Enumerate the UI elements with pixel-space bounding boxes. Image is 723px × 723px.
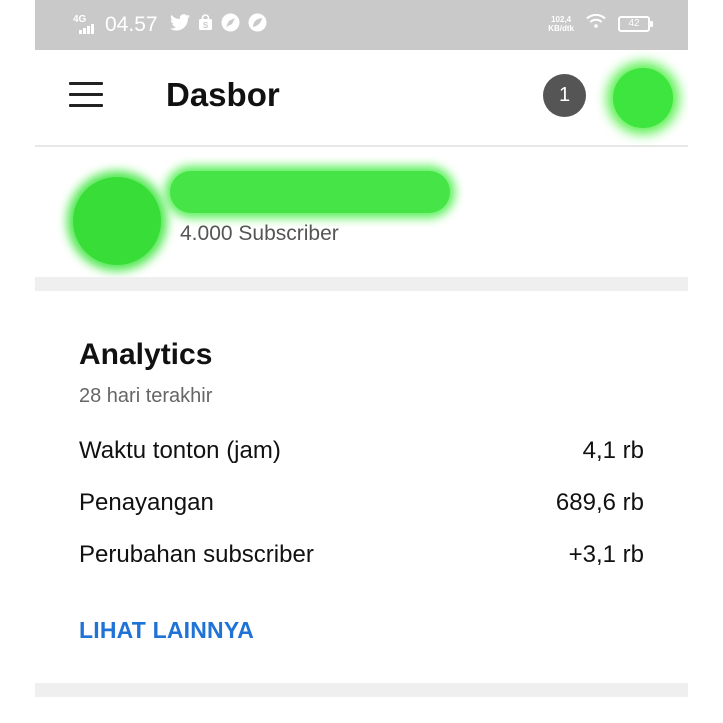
notification-badge[interactable]: 1 [543, 74, 586, 117]
page-title: Dasbor [166, 76, 280, 113]
network-speed: 102,4 KB/dtk [548, 15, 574, 33]
hamburger-menu-icon[interactable] [69, 82, 103, 108]
twitter-icon [169, 14, 190, 36]
status-bar: 4G 04.57 S 102,4 KB/dtk 42 [35, 0, 688, 50]
signal-bars [79, 24, 94, 34]
app-screen: 4G 04.57 S 102,4 KB/dtk 42 Dasbor 1 4.00… [35, 0, 688, 723]
channel-avatar [73, 177, 161, 265]
account-avatar[interactable] [613, 68, 673, 128]
svg-text:S: S [202, 21, 208, 30]
subscriber-count: 4.000 Subscriber [180, 222, 339, 245]
analytics-period: 28 hari terakhir [79, 385, 213, 407]
speed-unit: KB/dtk [548, 23, 574, 33]
compass-icon [221, 13, 240, 37]
metric-value: +3,1 rb [568, 541, 644, 568]
metric-value: 4,1 rb [582, 437, 644, 464]
analytics-title: Analytics [79, 338, 213, 371]
metric-label: Perubahan subscriber [79, 541, 314, 568]
shopping-bag-icon: S [198, 14, 213, 36]
channel-header: 4.000 Subscriber [35, 147, 688, 277]
metric-row: Penayangan 689,6 rb [79, 489, 644, 519]
metric-value: 689,6 rb [555, 489, 644, 516]
signal-icon: 4G [73, 14, 99, 36]
section-divider [35, 683, 688, 697]
status-right: 102,4 KB/dtk 42 [548, 13, 653, 33]
metric-row: Perubahan subscriber +3,1 rb [79, 541, 644, 571]
wifi-icon [586, 13, 606, 33]
metric-label: Waktu tonton (jam) [79, 437, 281, 464]
metric-label: Penayangan [79, 489, 214, 516]
app-bar: Dasbor 1 [35, 50, 688, 147]
notification-icons: S [169, 13, 267, 37]
see-more-link[interactable]: LIHAT LAINNYA [79, 617, 254, 644]
battery-icon: 42 [618, 15, 653, 32]
leaf-icon [248, 13, 267, 37]
speed-value: 102,4 [551, 14, 572, 24]
section-divider [35, 277, 688, 291]
status-left: 4G 04.57 S [73, 13, 267, 37]
status-time: 04.57 [105, 13, 158, 36]
metric-row: Waktu tonton (jam) 4,1 rb [79, 437, 644, 467]
channel-name-redacted [170, 171, 450, 213]
